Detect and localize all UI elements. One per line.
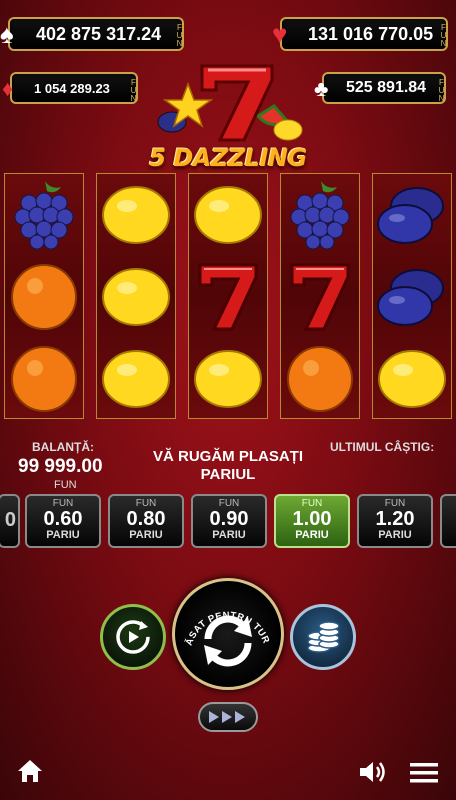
- club-icon: ♣: [314, 76, 329, 101]
- menu-icon[interactable]: [410, 762, 438, 789]
- spin-button[interactable]: ȚINE APĂSAT PENTRU TURBO SPIN: [172, 578, 284, 690]
- bet-value: 0.90: [209, 508, 249, 530]
- bet-label: PARIU: [129, 529, 163, 541]
- fast-forward-icon: [209, 711, 245, 723]
- diamond-icon: ♦: [2, 76, 14, 101]
- sound-icon[interactable]: [358, 760, 386, 789]
- game-logo: 5 DAZZLING HOT: [140, 56, 316, 200]
- autoplay-icon: [116, 620, 150, 654]
- bet-value: 1.20: [375, 508, 415, 530]
- bet-button[interactable]: FUN 1.20 PARIU: [357, 494, 433, 548]
- jackpot-diamonds: ♦ 1 054 289.23 FUN: [2, 72, 138, 104]
- bet-label: PARIU: [295, 529, 329, 541]
- jackpot-clubs-value: 525 891.84: [346, 79, 427, 96]
- reel-5: [372, 173, 452, 419]
- last-win-label: ULTIMUL CÂȘTIG:: [330, 440, 435, 454]
- logo-seven-icon: [157, 64, 303, 142]
- balance-label: BALANȚĂ:: [32, 440, 94, 454]
- bet-label: PARIU: [46, 529, 80, 541]
- spade-icon: ♠: [0, 19, 14, 49]
- symbol-orange: [5, 256, 83, 338]
- reel-1: [4, 173, 84, 419]
- autoplay-button[interactable]: [100, 604, 166, 670]
- jackpot-hearts-fun: FUN: [439, 23, 448, 47]
- reels-area: [4, 173, 452, 419]
- reel-2: [96, 173, 176, 419]
- jackpot-clubs: ♣ 525 891.84 FUN: [314, 72, 446, 104]
- jackpot-diamonds-fun: FUN: [129, 78, 138, 102]
- bet-button[interactable]: FUN 0.90 PARIU: [191, 494, 267, 548]
- symbol-plum: [373, 174, 451, 256]
- jackpot-hearts: ♥ 131 016 770.05 FUN: [272, 17, 448, 51]
- reel-4: [280, 173, 360, 419]
- jackpot-diamonds-value: 1 054 289.23: [34, 80, 110, 96]
- symbol-lemon: [97, 174, 175, 256]
- coins-icon: [307, 621, 340, 653]
- balance-unit: FUN: [54, 479, 77, 491]
- symbol-lemon: [189, 338, 267, 420]
- bet-value: 1.00: [292, 508, 332, 530]
- turbo-button[interactable]: [198, 702, 258, 732]
- symbol-seven: [189, 256, 267, 338]
- symbol-orange: [281, 338, 359, 420]
- symbol-grapes: [5, 174, 83, 256]
- symbol-lemon: [189, 174, 267, 256]
- bet-label: PARIU: [378, 529, 412, 541]
- reel-3: [188, 173, 268, 419]
- home-icon[interactable]: [16, 758, 44, 789]
- bet-button-selected[interactable]: FUN 1.00 PARIU: [274, 494, 350, 548]
- jackpot-hearts-value: 131 016 770.05: [308, 23, 434, 44]
- symbol-lemon: [97, 256, 175, 338]
- symbol-lemon: [373, 338, 451, 420]
- bet-label: PARIU: [212, 529, 246, 541]
- bet-value: 0.60: [43, 508, 83, 530]
- bet-value: 0.80: [126, 508, 166, 530]
- spin-arrows-icon: [204, 615, 252, 667]
- jackpot-spades-fun: FUN: [175, 23, 184, 47]
- symbol-lemon: [97, 338, 175, 420]
- jackpot-clubs-fun: FUN: [437, 78, 446, 102]
- symbol-seven: [281, 256, 359, 338]
- symbol-plum: [373, 256, 451, 338]
- symbol-grapes: [281, 174, 359, 256]
- bet-button[interactable]: FUN 0.80 PARIU: [108, 494, 184, 548]
- symbol-orange: [5, 338, 83, 420]
- bet-button[interactable]: FUN 0.60 PARIU: [25, 494, 101, 548]
- status-message: VĂ RUGĂM PLASAȚI PARIUL: [153, 448, 303, 483]
- bet-button-partial-left[interactable]: 0: [0, 494, 20, 548]
- jackpot-spades-value: 402 875 317.24: [36, 23, 162, 44]
- jackpot-spades: ♠ 402 875 317.24 FUN: [0, 17, 184, 51]
- bet-coins-button[interactable]: [290, 604, 356, 670]
- bet-button-partial-right[interactable]: [440, 494, 456, 548]
- heart-icon: ♥: [272, 19, 288, 49]
- balance-value: 99 999.00: [18, 456, 103, 477]
